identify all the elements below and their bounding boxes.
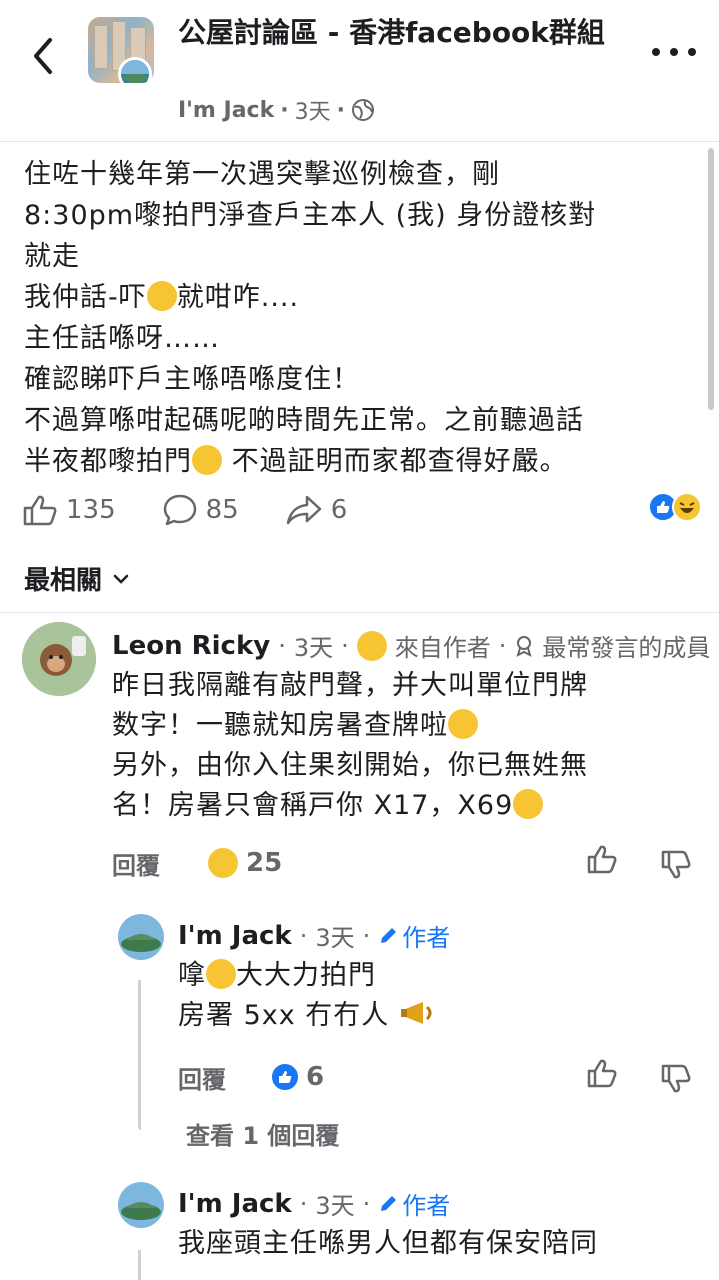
comment-like-button[interactable] <box>586 844 618 880</box>
comment-header: Leon Ricky · 3天 · 來自作者 · 最常發言的成員 <box>112 628 710 663</box>
award-icon <box>516 635 533 657</box>
comment-body: 昨日我隔離有敲門聲，并大叫單位門牌 数字！一聽就知房暑查牌啦 另外，由你入住果刻… <box>112 670 588 821</box>
pencil-icon <box>381 927 397 943</box>
haha-reaction-icon <box>672 492 702 522</box>
commenter-name[interactable]: Leon Ricky <box>112 631 270 661</box>
thumbs-down-icon <box>661 1064 691 1093</box>
commenter-avatar[interactable] <box>118 914 164 960</box>
laughing-emoji-icon <box>146 281 177 311</box>
share-icon <box>286 495 321 525</box>
comment-body: 嗱大大力拍門 房署 5xx 冇冇人 <box>178 956 698 1036</box>
divider <box>0 612 719 613</box>
share-button[interactable]: 6 <box>285 493 347 527</box>
group-avatar[interactable] <box>88 17 154 83</box>
comment-time[interactable]: 3天 <box>294 628 333 663</box>
comment-dislike-button[interactable] <box>660 848 692 884</box>
chevron-down-icon <box>113 574 129 584</box>
sweat-smile-emoji-icon <box>448 709 478 739</box>
chevron-left-icon <box>34 38 52 74</box>
post-meta: I'm Jack · 3天 · <box>178 94 375 126</box>
globe-icon <box>351 99 374 121</box>
comment-actions: 回覆 6 <box>178 1060 698 1094</box>
from-author-badge: 來自作者 <box>394 634 491 662</box>
thumbs-down-icon <box>661 850 691 879</box>
comment-time[interactable]: 3天 <box>315 918 354 953</box>
comment-header: I'm Jack · 3天 · 作者 <box>178 1186 450 1221</box>
reaction-count[interactable]: 6 <box>306 1062 324 1092</box>
commenter-avatar[interactable] <box>118 1182 164 1228</box>
sort-dropdown[interactable]: 最相關 <box>24 560 130 597</box>
like-reaction-icon <box>270 1062 300 1092</box>
comment-dislike-button[interactable] <box>660 1062 692 1098</box>
commenter-name[interactable]: I'm Jack <box>178 921 292 951</box>
reply-thread-line <box>138 980 141 1130</box>
relieved-emoji-icon <box>192 445 222 475</box>
thumbs-up-icon <box>23 495 57 526</box>
group-title[interactable]: 公屋討論區 - 香港facebook群組 <box>178 14 658 52</box>
grinning-emoji-icon <box>356 630 387 661</box>
comment-like-button[interactable] <box>586 1058 618 1094</box>
post-body: 住咗十幾年第一次遇突擊巡例檢查，剛 8:30pm嚟拍門淨查戶主本人 (我) 身份… <box>24 159 597 477</box>
post-header: 公屋討論區 - 香港facebook群組 I'm Jack · 3天 · <box>0 0 719 142</box>
more-options-button[interactable] <box>652 42 696 62</box>
author-badge: 作者 <box>378 1186 450 1221</box>
commenter-name[interactable]: I'm Jack <box>178 1189 292 1219</box>
thumbs-up-icon <box>587 845 617 874</box>
comment-header: I'm Jack · 3天 · 作者 <box>178 918 450 953</box>
reaction-count[interactable]: 25 <box>246 848 282 878</box>
author-name[interactable]: I'm Jack <box>178 98 274 123</box>
haha-reaction-icon <box>208 848 238 878</box>
comment-body: 我座頭主任喺男人但都有保安陪同 <box>178 1228 598 1259</box>
like-button[interactable]: 135 <box>22 493 116 527</box>
laughing-emoji-icon <box>513 789 544 819</box>
post-actions: 135 85 6 <box>22 490 702 530</box>
scrollbar[interactable] <box>708 148 714 410</box>
reply-button[interactable]: 回覆 <box>112 846 160 881</box>
comment-button[interactable]: 85 <box>162 493 239 527</box>
user-avatar-small <box>118 57 152 83</box>
reaction-summary[interactable] <box>648 492 702 522</box>
commenter-avatar[interactable] <box>22 622 96 696</box>
megaphone-icon <box>400 1002 432 1024</box>
view-replies-link[interactable]: 查看 1 個回覆 <box>186 1116 339 1151</box>
reply-button[interactable]: 回覆 <box>178 1060 226 1095</box>
comment-icon <box>163 494 196 526</box>
author-badge: 作者 <box>378 918 450 953</box>
laughing-emoji-icon <box>206 959 236 989</box>
thumbs-up-icon <box>587 1059 617 1088</box>
post-time[interactable]: 3天 <box>295 94 331 126</box>
top-contributor-badge: 最常發言的成員 <box>542 634 711 662</box>
back-button[interactable] <box>26 34 60 78</box>
pencil-icon <box>381 1195 397 1211</box>
reply-thread-line <box>138 1250 141 1280</box>
comment-time[interactable]: 3天 <box>315 1186 354 1221</box>
